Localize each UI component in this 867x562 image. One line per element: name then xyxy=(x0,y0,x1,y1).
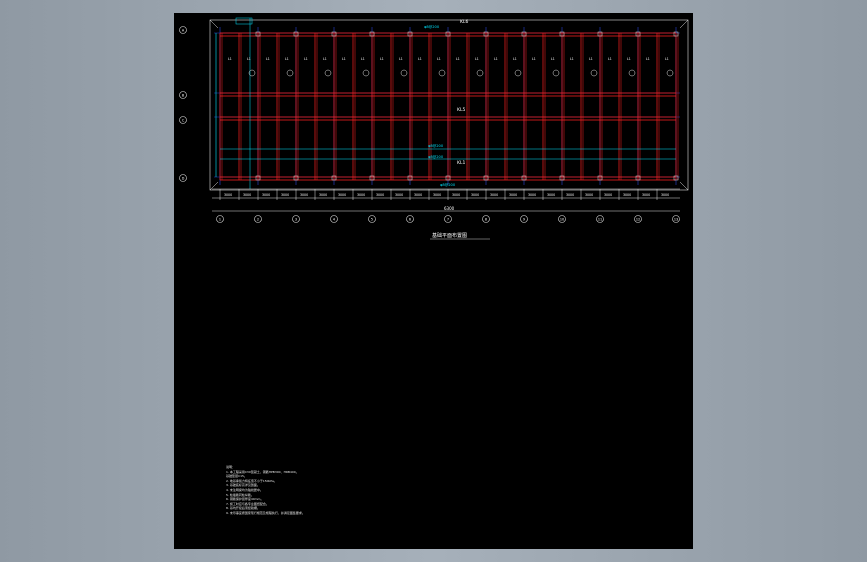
perspective-line xyxy=(679,181,689,191)
axis-label: D xyxy=(182,176,185,180)
beam-label-top: KL6 xyxy=(460,19,468,25)
dimension-text: 3000 xyxy=(433,193,441,197)
beam-lines xyxy=(219,32,679,181)
dimension-text: 3000 xyxy=(243,193,251,197)
drawing-title: 基础平面布置图 xyxy=(432,232,467,239)
dimension-text: 3000 xyxy=(395,193,403,197)
rebar-label: φ8@200 xyxy=(424,25,440,29)
axis-label: 11 xyxy=(598,217,602,221)
column-label: L1 xyxy=(494,57,498,61)
rebar-lines xyxy=(215,17,676,189)
dimension-text: 3000 xyxy=(509,193,517,197)
axis-label: 10 xyxy=(560,217,564,221)
axis-label: 6 xyxy=(409,217,411,221)
column-label: L1 xyxy=(665,57,669,61)
dimension-text: 3000 xyxy=(319,193,327,197)
dimension-text: 3000 xyxy=(338,193,346,197)
axis-label: 7 xyxy=(447,217,449,221)
column-label: L1 xyxy=(323,57,327,61)
column-label: L1 xyxy=(247,57,251,61)
axis-label: 13 xyxy=(674,217,678,221)
dimension-text: 3000 xyxy=(357,193,365,197)
axis-label: 5 xyxy=(371,217,373,221)
dimension-text: 3000 xyxy=(623,193,631,197)
pile-marker xyxy=(286,69,294,77)
dimension-text: 3000 xyxy=(490,193,498,197)
column-label: L1 xyxy=(627,57,631,61)
plan-outline xyxy=(209,19,689,191)
axis-label: A xyxy=(182,28,185,32)
pile-marker xyxy=(362,69,370,77)
axis-label: 12 xyxy=(636,217,640,221)
axis-label: 2 xyxy=(257,217,259,221)
column-label: L1 xyxy=(418,57,422,61)
dimension-text: 3000 xyxy=(642,193,650,197)
general-notes: 说明： 1. 本工程采用C30混凝土，钢筋HPB300、HRB400。 基础垫层C… xyxy=(226,465,386,516)
dimension-text: 3000 xyxy=(224,193,232,197)
axis-label: 9 xyxy=(523,217,525,221)
pile-marker xyxy=(400,69,408,77)
column-label: L1 xyxy=(646,57,650,61)
dimension-text: 3000 xyxy=(604,193,612,197)
pile-marker xyxy=(438,69,446,77)
overall-dimension: 6300 xyxy=(444,206,455,211)
dimension-text: 3000 xyxy=(300,193,308,197)
dimension-text: 3000 xyxy=(585,193,593,197)
axis-label: 1 xyxy=(219,217,221,221)
column-label: L1 xyxy=(589,57,593,61)
column-label: L1 xyxy=(266,57,270,61)
column-label: L1 xyxy=(342,57,346,61)
dimension-text: 3000 xyxy=(281,193,289,197)
perspective-line xyxy=(679,19,689,29)
dimension-text: 3000 xyxy=(547,193,555,197)
column-markers: L1 L1 L1 L1 L1 L1 L1 L1 L1 L1 L1 L1 L1 L1 L1 L1 L1 L1 L1 L1… xyxy=(228,31,679,181)
column-label: L1 xyxy=(570,57,574,61)
axis-label: 3 xyxy=(295,217,297,221)
dimension-text: 3000 xyxy=(661,193,669,197)
rebar-label: φ8@200 xyxy=(428,155,444,159)
column-label: L1 xyxy=(304,57,308,61)
pile-marker xyxy=(590,69,598,77)
dimension-text: 3000 xyxy=(262,193,270,197)
dimension-text: 3000 xyxy=(452,193,460,197)
column-label: L1 xyxy=(361,57,365,61)
rebar-label: φ8@200 xyxy=(428,144,444,148)
axis-label: 8 xyxy=(485,217,487,221)
perspective-line xyxy=(209,19,219,29)
column-label: L1 xyxy=(532,57,536,61)
column-label: L1 xyxy=(551,57,555,61)
beam-label-bottom: KL1 xyxy=(457,160,465,166)
column-label: L1 xyxy=(513,57,517,61)
column-label: L1 xyxy=(228,57,232,61)
pile-marker xyxy=(514,69,522,77)
drawing-sheet[interactable]: L1 L1 L1 L1 L1 L1 L1 L1 L1 L1 L1 L1 L1 L1 L1 L1 L1 L1 L1 L1… xyxy=(174,13,693,549)
pile-marker xyxy=(628,69,636,77)
column-label: L1 xyxy=(608,57,612,61)
pile-marker xyxy=(552,69,560,77)
note-line: 9. 未尽事宜按国家现行规范及规程执行，并满足图集要求。 xyxy=(226,510,305,515)
beam-label-mid: KL5 xyxy=(457,107,465,113)
pile-marker xyxy=(476,69,484,77)
axis-label: C xyxy=(182,118,185,122)
axis-label: B xyxy=(182,93,185,97)
column-label: L1 xyxy=(380,57,384,61)
column-label: L1 xyxy=(475,57,479,61)
dimension-text: 3000 xyxy=(471,193,479,197)
dimension-text: 3000 xyxy=(414,193,422,197)
column-label: L1 xyxy=(399,57,403,61)
column-label: L1 xyxy=(456,57,460,61)
column-label: L1 xyxy=(285,57,289,61)
pile-marker xyxy=(324,69,332,77)
dimension-text: 3000 xyxy=(376,193,384,197)
column-label: L1 xyxy=(437,57,441,61)
axis-label: 4 xyxy=(333,217,335,221)
grid-lines xyxy=(214,27,680,185)
rebar-label: φ8@200 xyxy=(440,183,456,187)
pile-marker xyxy=(666,69,674,77)
dimension-text: 3000 xyxy=(566,193,574,197)
dimension-text: 3000 xyxy=(528,193,536,197)
rebar-callout xyxy=(235,17,253,25)
